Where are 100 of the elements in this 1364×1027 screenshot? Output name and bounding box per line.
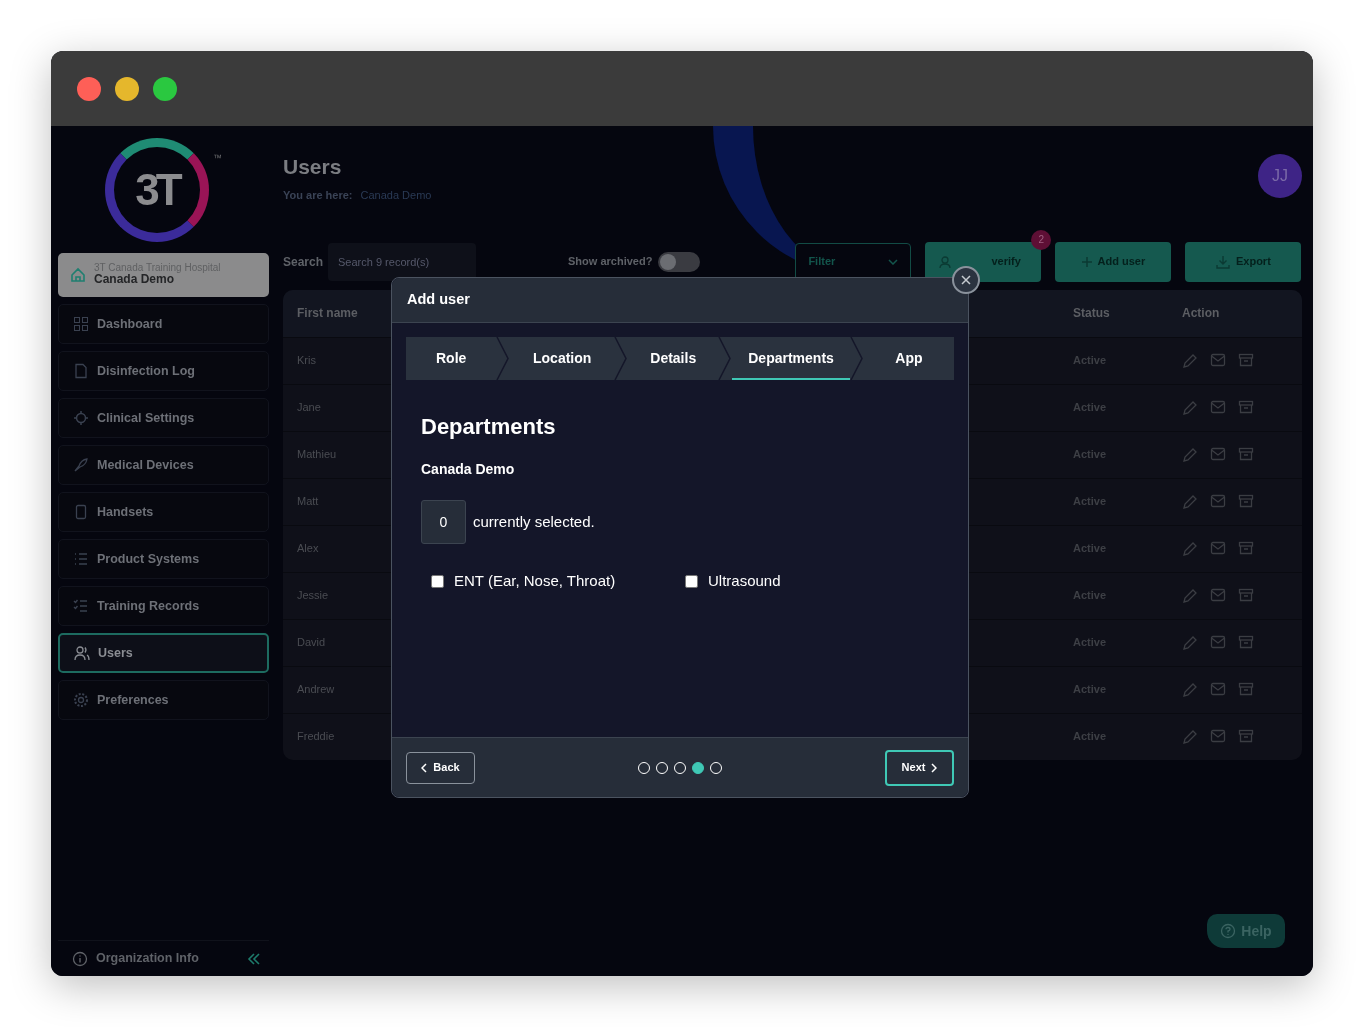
envelope-icon[interactable] xyxy=(1210,446,1226,461)
department-checkbox[interactable] xyxy=(685,574,698,588)
envelope-icon[interactable] xyxy=(1210,493,1226,508)
section-heading: Departments xyxy=(421,413,557,441)
wizard-step-tab[interactable]: Departments xyxy=(732,337,850,380)
envelope-icon[interactable] xyxy=(1210,634,1226,649)
sidebar-item[interactable]: Dashboard xyxy=(58,304,269,344)
search-field[interactable]: Search 9 record(s) xyxy=(328,242,477,281)
info-icon xyxy=(72,950,88,967)
envelope-icon[interactable] xyxy=(1210,399,1226,414)
minimize-dot[interactable] xyxy=(115,76,139,101)
archive-icon[interactable] xyxy=(1238,587,1254,602)
column-header: Status xyxy=(1072,305,1111,323)
trademark-mark: ™ xyxy=(213,152,222,165)
archive-icon[interactable] xyxy=(1238,681,1254,696)
chevron-right-icon xyxy=(931,762,938,773)
organization-name: Canada Demo xyxy=(94,273,175,287)
pencil-icon[interactable] xyxy=(1182,634,1198,651)
checklist-icon xyxy=(73,598,89,614)
user-avatar[interactable]: JJ xyxy=(1258,154,1302,198)
pencil-icon[interactable] xyxy=(1182,446,1198,463)
department-label: ENT (Ear, Nose, Throat) xyxy=(454,571,616,591)
chevron-left-icon xyxy=(421,762,428,773)
sidebar-item[interactable]: Disinfection Log xyxy=(58,351,269,391)
archive-icon[interactable] xyxy=(1238,493,1254,508)
step-separator-icon xyxy=(614,337,629,380)
logo-text: 3T xyxy=(135,168,179,212)
department-label: Ultrasound xyxy=(708,571,781,591)
download-icon xyxy=(1215,254,1230,269)
step-separator-icon xyxy=(496,337,511,380)
column-header: Action xyxy=(1182,305,1221,323)
home-icon xyxy=(70,267,86,283)
sidebar-item[interactable]: Medical Devices xyxy=(58,445,269,485)
pencil-icon[interactable] xyxy=(1182,681,1198,698)
users-icon xyxy=(74,645,90,661)
collapse-icon[interactable] xyxy=(247,952,261,965)
back-button[interactable]: Back xyxy=(406,751,475,784)
notification-badge: 2 xyxy=(1031,229,1052,250)
archive-icon[interactable] xyxy=(1238,399,1254,414)
archive-icon[interactable] xyxy=(1238,540,1254,555)
sidebar-item[interactable]: Preferences xyxy=(58,680,269,720)
archived-label: Show archived? xyxy=(568,254,653,270)
wizard-step-tab[interactable]: Details xyxy=(628,337,719,380)
pencil-icon[interactable] xyxy=(1182,540,1198,557)
grid-icon xyxy=(73,316,89,332)
table-cell-text: Jane xyxy=(296,400,322,416)
selected-count: 0 xyxy=(421,500,466,544)
zoom-dot[interactable] xyxy=(153,76,177,101)
dialog-title: Add user xyxy=(407,290,470,310)
organization-info-link[interactable]: Organization Info xyxy=(96,949,199,968)
pencil-icon[interactable] xyxy=(1182,352,1198,369)
pencil-icon[interactable] xyxy=(1182,587,1198,604)
sidebar-item[interactable]: Handsets xyxy=(58,492,269,532)
step-separator-icon xyxy=(849,337,864,380)
pencil-icon[interactable] xyxy=(1182,493,1198,510)
question-icon xyxy=(1220,923,1237,939)
wizard-step-tab[interactable]: Role xyxy=(406,337,497,380)
archived-toggle[interactable] xyxy=(658,251,701,272)
pencil-icon[interactable] xyxy=(1182,728,1198,745)
sidebar-item[interactable]: Product Systems xyxy=(58,539,269,579)
table-cell-text: Andrew xyxy=(296,682,336,698)
archive-icon[interactable] xyxy=(1238,446,1254,461)
pencil-icon[interactable] xyxy=(1182,399,1198,416)
close-icon xyxy=(961,275,971,285)
wizard-step-tab[interactable]: Location xyxy=(510,337,615,380)
page-title: Users xyxy=(283,154,343,180)
person-icon xyxy=(939,255,952,268)
export-button[interactable]: Export xyxy=(1185,241,1302,282)
archive-icon[interactable] xyxy=(1238,352,1254,367)
feather-icon xyxy=(73,457,89,473)
page-indicator-dot[interactable] xyxy=(692,761,704,774)
envelope-icon[interactable] xyxy=(1210,587,1226,602)
chevron-down-icon xyxy=(888,258,899,265)
sidebar-item[interactable]: Training Records xyxy=(58,586,269,626)
column-header: First name xyxy=(296,305,359,323)
add-user-button[interactable]: Add user xyxy=(1055,241,1172,282)
search-label: Search xyxy=(283,253,324,271)
envelope-icon[interactable] xyxy=(1210,728,1226,743)
envelope-icon[interactable] xyxy=(1210,352,1226,367)
table-cell-text: David xyxy=(296,635,327,651)
sidebar-item[interactable]: Clinical Settings xyxy=(58,398,269,438)
crosshair-icon xyxy=(73,410,89,426)
next-button[interactable]: Next xyxy=(885,749,954,786)
table-cell-text: Mathieu xyxy=(296,447,338,463)
location-name: Canada Demo xyxy=(421,460,516,479)
selected-count-label: currently selected. xyxy=(473,511,595,532)
verify-button[interactable]: verify xyxy=(925,241,1042,282)
plus-icon xyxy=(1081,256,1092,267)
envelope-icon[interactable] xyxy=(1210,540,1226,555)
table-cell-text: Matt xyxy=(296,494,320,510)
archive-icon[interactable] xyxy=(1238,728,1254,743)
sidebar-item[interactable]: Users xyxy=(58,633,269,673)
envelope-icon[interactable] xyxy=(1210,681,1226,696)
step-separator-icon xyxy=(718,337,733,380)
wizard-step-tab[interactable]: App xyxy=(863,337,954,380)
list-icon xyxy=(73,551,89,567)
department-checkbox[interactable] xyxy=(431,574,444,588)
close-dot[interactable] xyxy=(77,76,101,101)
archive-icon[interactable] xyxy=(1238,634,1254,649)
breadcrumb-label: You are here: xyxy=(283,188,353,204)
